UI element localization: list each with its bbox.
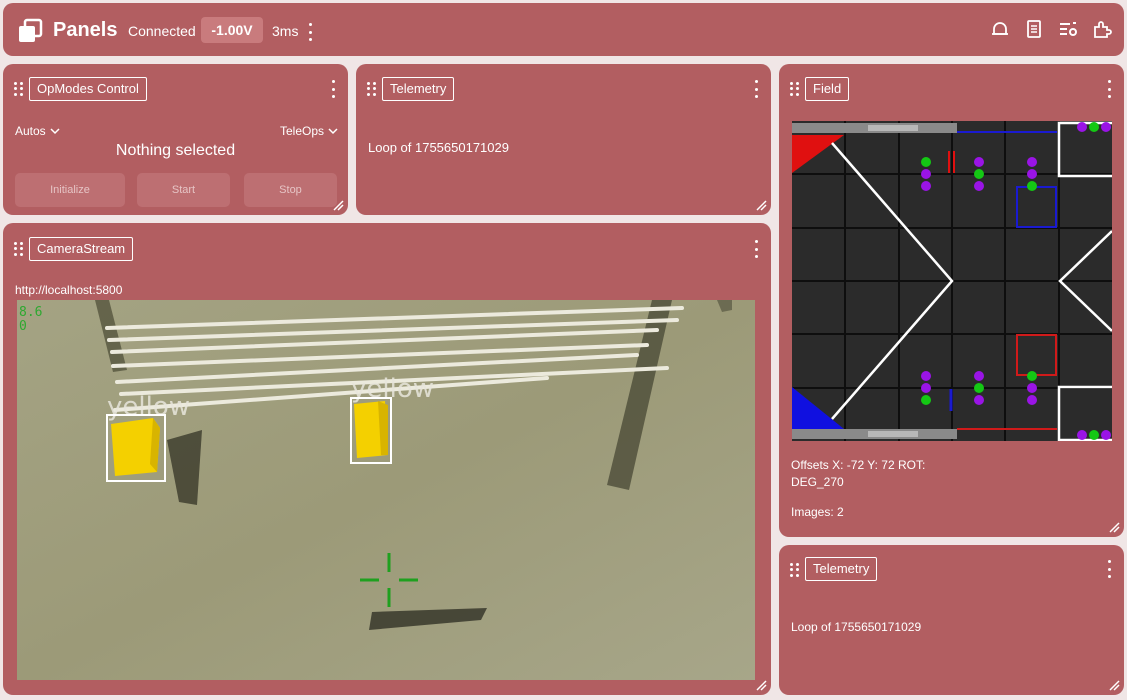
panel-menu-icon[interactable] [751, 80, 761, 98]
camera-image: yellow yellow 8.6 0 [17, 300, 755, 680]
overlay-number: 0 [19, 319, 27, 334]
panel-title: OpModes Control [29, 77, 147, 101]
header-menu-icon[interactable] [305, 23, 315, 41]
field-panel: Field Offsets X: -72 Y: 72 ROT: DEG_270 … [779, 64, 1124, 537]
panel-menu-icon[interactable] [751, 240, 761, 258]
top-bar: Panels Connected -1.00V 3ms [3, 3, 1124, 56]
panel-title: CameraStream [29, 237, 134, 261]
teleops-label: TeleOps [280, 124, 325, 138]
telemetry-panel: Telemetry Loop of 1755650171029 [779, 545, 1124, 695]
stop-button[interactable]: Stop [244, 173, 337, 207]
resize-handle-icon[interactable] [1109, 522, 1120, 533]
panel-menu-icon[interactable] [1104, 80, 1114, 98]
camera-frame: yellow yellow 8.6 0 [17, 300, 755, 680]
drag-handle-icon[interactable] [14, 82, 24, 96]
bell-icon[interactable] [990, 19, 1010, 39]
panels-logo-icon [19, 18, 43, 42]
telemetry-line: Loop of 1755650171029 [791, 620, 922, 634]
panel-menu-icon[interactable] [1104, 560, 1114, 578]
overlay-number: 8.6 [19, 305, 42, 320]
field-images-count: Images: 2 [791, 505, 844, 519]
resize-handle-icon[interactable] [756, 200, 767, 211]
field-map [792, 121, 1112, 441]
panel-title: Field [805, 77, 850, 101]
detection-label: yellow [351, 374, 434, 404]
list-settings-icon[interactable] [1058, 19, 1078, 39]
chevron-down-icon [50, 128, 60, 135]
panel-title: Telemetry [805, 557, 878, 581]
resize-handle-icon[interactable] [1109, 680, 1120, 691]
field-offsets: Offsets X: -72 Y: 72 ROT: DEG_270 [791, 458, 926, 489]
document-icon[interactable] [1024, 19, 1044, 39]
camera-panel: CameraStream http://localhost:5800 yello… [3, 223, 771, 695]
autos-label: Autos [15, 124, 46, 138]
selected-opmode: Nothing selected [115, 142, 236, 159]
camera-url: http://localhost:5800 [15, 283, 123, 297]
drag-handle-icon[interactable] [367, 82, 377, 96]
panel-title: Telemetry [382, 77, 455, 101]
teleops-dropdown[interactable]: TeleOps [280, 124, 338, 138]
chevron-down-icon [328, 128, 338, 135]
plugin-icon[interactable] [1092, 19, 1112, 39]
initialize-button[interactable]: Initialize [15, 173, 125, 207]
field-view [792, 121, 1112, 441]
resize-handle-icon[interactable] [756, 680, 767, 691]
connection-status: Connected [128, 23, 196, 39]
drag-handle-icon[interactable] [14, 242, 24, 256]
autos-dropdown[interactable]: Autos [15, 124, 60, 138]
resize-handle-icon[interactable] [333, 200, 344, 211]
drag-handle-icon[interactable] [790, 563, 800, 577]
latency-readout: 3ms [272, 23, 299, 39]
start-button[interactable]: Start [137, 173, 230, 207]
panel-menu-icon[interactable] [328, 80, 338, 98]
app-title: Panels [53, 19, 118, 41]
detection-label: yellow [107, 392, 190, 422]
drag-handle-icon[interactable] [790, 82, 800, 96]
telemetry-panel: Telemetry Loop of 1755650171029 [356, 64, 771, 215]
telemetry-line: Loop of 1755650171029 [368, 140, 509, 155]
opmodes-panel: OpModes Control Autos TeleOps Nothing se… [3, 64, 348, 215]
voltage-badge: -1.00V [201, 17, 263, 43]
